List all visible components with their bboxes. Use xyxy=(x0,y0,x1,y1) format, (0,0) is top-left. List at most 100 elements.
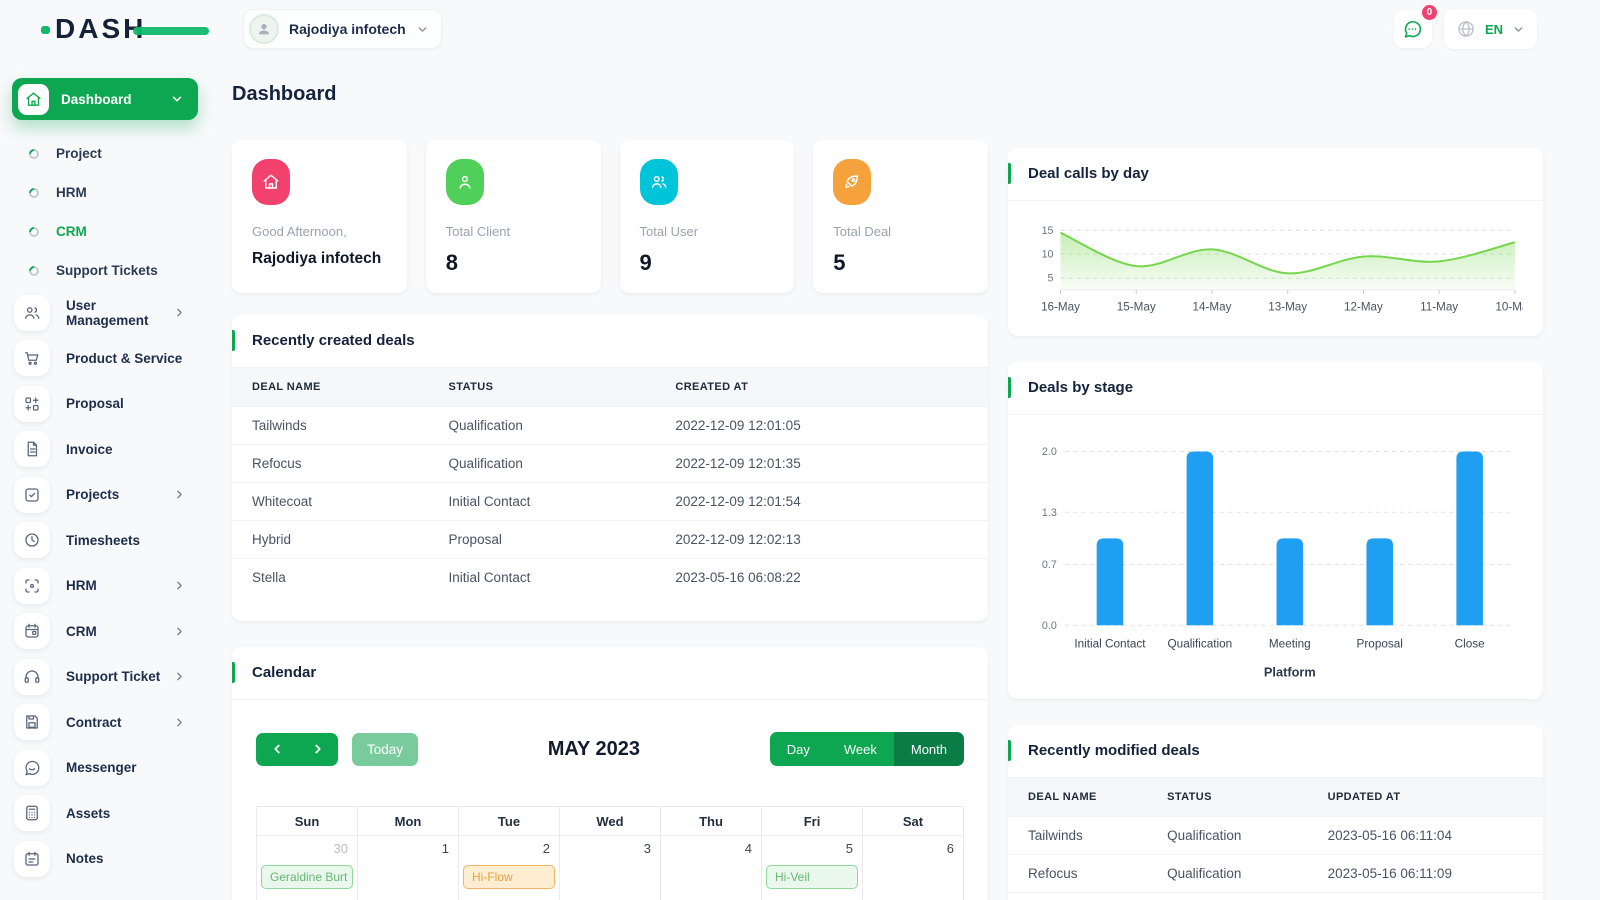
sidebar-item-product-service[interactable]: Product & Service xyxy=(12,336,198,382)
globe-icon xyxy=(1456,19,1476,39)
right-column: Deal calls by day 5 10 15 16-May 15-May 14-M… xyxy=(1008,148,1543,900)
icon-tile xyxy=(14,658,50,695)
calendar-event-geraldine-burt[interactable]: Geraldine Burt xyxy=(261,865,353,889)
calendar-toolbar: Today MAY 2023 Day Week Month xyxy=(256,732,964,766)
calendar-event-hi-veil[interactable]: Hi-Veil xyxy=(766,865,858,889)
calendar-view-month[interactable]: Month xyxy=(893,732,964,766)
icon-tile xyxy=(14,613,50,650)
deal-calls-chart: 5 10 15 16-May 15-May 14-May 13-May 12-May 11-M… xyxy=(1008,201,1543,336)
stat-value: Rajodiya infotech xyxy=(252,250,382,267)
calendar-day-header-sun: Sun xyxy=(256,806,358,836)
chevron-right-icon xyxy=(173,579,186,592)
sidebar-subitem-label: Support Tickets xyxy=(56,263,158,278)
ring-icon xyxy=(26,185,42,200)
deal-calls-card: Deal calls by day 5 10 15 16-May 15-May 14-M… xyxy=(1008,148,1543,336)
calendar-event-hi-flow[interactable]: Hi-Flow xyxy=(463,865,555,889)
calendar-card: Calendar Today MAY 2023 Day Week Month S… xyxy=(232,647,988,900)
sidebar-item-label: Assets xyxy=(66,805,111,821)
svg-text:10-May: 10-May xyxy=(1495,300,1523,313)
language-selector[interactable]: EN xyxy=(1443,9,1537,49)
calendar-day-header-mon: Mon xyxy=(357,806,459,836)
sidebar: Dashboard Project HRM CRM Support Tickets U… xyxy=(0,58,210,882)
messages-button[interactable]: 0 xyxy=(1393,3,1439,48)
svg-text:Initial Contact: Initial Contact xyxy=(1074,637,1146,650)
calendar-view-day[interactable]: Day xyxy=(769,732,827,766)
modified-deals-header-deal-name: DEAL NAME xyxy=(1008,778,1148,817)
sidebar-item-notes[interactable]: Notes xyxy=(12,836,198,882)
calendar-prev-button[interactable] xyxy=(256,733,297,766)
card-title: Recently created deals xyxy=(252,332,415,349)
calendar-day-cell-1[interactable]: 1 xyxy=(357,835,459,900)
calendar-next-button[interactable] xyxy=(297,733,338,766)
calendar-day-header-tue: Tue xyxy=(458,806,560,836)
logo-dot-icon xyxy=(41,26,50,34)
sidebar-item-crm[interactable]: CRM xyxy=(12,609,198,655)
chat-icon xyxy=(25,760,40,776)
floppy-icon xyxy=(26,715,38,729)
calendar-day-number: 6 xyxy=(946,841,954,856)
modified-deals-table: DEAL NAME STATUS UPDATED AT Tailwinds Qualif… xyxy=(1008,778,1543,900)
created-deals-table: DEAL NAME STATUS CREATED AT Tailwinds Qualif… xyxy=(232,368,988,596)
calendar-day-number: 5 xyxy=(845,841,853,856)
sidebar-item-user-management[interactable]: User Management xyxy=(12,290,198,336)
calendar-day-header-sat: Sat xyxy=(862,806,964,836)
sidebar-subitem-crm[interactable]: CRM xyxy=(12,212,198,251)
sidebar-item-assets[interactable]: Assets xyxy=(12,791,198,837)
calendar-day-cell-6[interactable]: 6 xyxy=(862,835,964,900)
svg-text:15-May: 15-May xyxy=(1117,300,1156,313)
bar-chart-svg: 0.0 0.7 1.3 2.0 Initial Contact Qualification… xyxy=(1042,446,1515,679)
calendar-day-cell-30[interactable]: 30 Geraldine Burt xyxy=(256,835,358,900)
calendar-day-cell-2[interactable]: 2 Hi-Flow xyxy=(458,835,560,900)
sidebar-item-proposal[interactable]: Proposal xyxy=(12,381,198,427)
created-deals-cell: Qualification xyxy=(428,444,656,483)
card-header: Deal calls by day xyxy=(1008,148,1543,201)
sidebar-item-label: Notes xyxy=(66,851,104,867)
sidebar-item-timesheets[interactable]: Timesheets xyxy=(12,518,198,564)
card-title: Calendar xyxy=(252,664,317,681)
sidebar-subitem-project[interactable]: Project xyxy=(12,134,198,173)
chevron-down-icon xyxy=(170,92,184,106)
main-content: Dashboard Good Afternoon, Rajodiya infot… xyxy=(210,58,1600,900)
icon-tile xyxy=(14,840,50,877)
created-deals-row-whitecoat: Whitecoat Initial Contact 2022-12-09 12:01… xyxy=(232,482,988,521)
calendar-view-week[interactable]: Week xyxy=(826,732,894,766)
home-icon xyxy=(18,83,49,115)
modified-deals-header-status: STATUS xyxy=(1147,778,1308,817)
chevron-right-icon xyxy=(173,716,186,729)
sidebar-item-invoice[interactable]: Invoice xyxy=(12,427,198,473)
sidebar-subitem-support-tickets[interactable]: Support Tickets xyxy=(12,251,198,290)
cart-icon xyxy=(24,352,39,366)
sidebar-item-label: Timesheets xyxy=(66,532,141,548)
topbar-actions: 0 EN xyxy=(1393,3,1537,49)
created-deals-cell: 2022-12-09 12:01:54 xyxy=(655,482,988,521)
sidebar-item-hrm[interactable]: HRM xyxy=(12,563,198,609)
calendar-today-button[interactable]: Today xyxy=(352,732,419,766)
rocket-icon xyxy=(845,175,859,188)
users-icon xyxy=(24,306,40,319)
calendar-day-cell-5[interactable]: 5 Hi-Veil xyxy=(761,835,863,900)
calendar-day-cell-4[interactable]: 4 xyxy=(660,835,762,900)
created-deals-header-row: DEAL NAME STATUS CREATED AT xyxy=(232,368,988,407)
created-deals-header-created-at: CREATED AT xyxy=(655,368,988,407)
workspace-selector[interactable]: Rajodiya infotech xyxy=(243,9,442,49)
svg-text:0.7: 0.7 xyxy=(1042,559,1057,571)
ring-icon xyxy=(26,224,42,239)
sidebar-item-messenger[interactable]: Messenger xyxy=(12,745,198,791)
sidebar-item-support-ticket[interactable]: Support Ticket xyxy=(12,654,198,700)
sidebar-item-contract[interactable]: Contract xyxy=(12,700,198,746)
calendar-view-switcher: Day Week Month xyxy=(769,732,964,766)
created-deals-row-tailwinds: Tailwinds Qualification 2022-12-09 12:01:0… xyxy=(232,406,988,445)
card-header: Deals by stage xyxy=(1008,362,1543,415)
home-icon xyxy=(252,159,290,205)
stat-label: Total User xyxy=(639,224,699,239)
chevron-down-icon xyxy=(1512,23,1525,36)
sidebar-item-dashboard[interactable]: Dashboard xyxy=(12,78,198,120)
sidebar-item-projects[interactable]: Projects xyxy=(12,472,198,518)
sidebar-subitem-hrm[interactable]: HRM xyxy=(12,173,198,212)
svg-text:Proposal: Proposal xyxy=(1357,637,1403,650)
calendar-day-number: 4 xyxy=(744,841,752,856)
brand-logo: DASH xyxy=(41,13,210,45)
modified-deals-cell: Qualification xyxy=(1147,854,1308,893)
recently-modified-deals-card: Recently modified deals DEAL NAME STATUS U… xyxy=(1008,725,1543,900)
calendar-day-cell-3[interactable]: 3 xyxy=(559,835,661,900)
